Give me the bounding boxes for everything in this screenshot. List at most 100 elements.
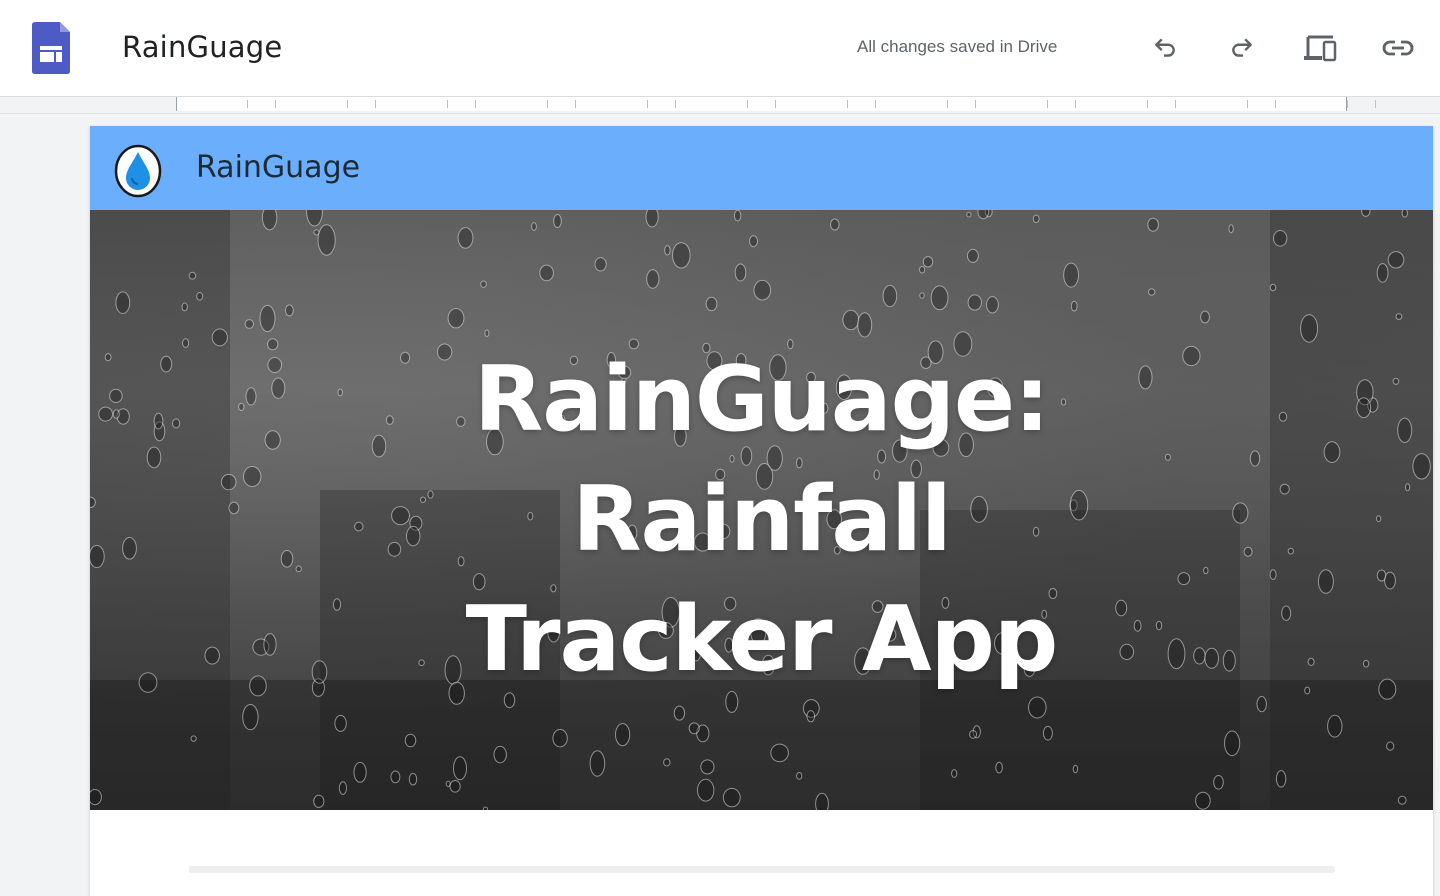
- ruler-strip: [0, 97, 1440, 114]
- raindrop: [1387, 251, 1405, 269]
- document-title[interactable]: RainGuage: [122, 30, 282, 64]
- raindrop: [830, 218, 840, 231]
- ruler-tick: [747, 100, 748, 108]
- raindrop: [482, 806, 489, 810]
- raindrop: [700, 759, 715, 775]
- raindrop: [919, 265, 926, 274]
- raindrop: [313, 229, 320, 236]
- water-drop-icon[interactable]: [114, 144, 162, 198]
- raindrop: [244, 319, 255, 329]
- raindrop: [1228, 224, 1234, 234]
- raindrop: [390, 770, 401, 784]
- raindrop: [922, 256, 934, 268]
- ruler-tick: [775, 100, 776, 108]
- raindrop: [353, 761, 367, 783]
- raindrop: [1148, 288, 1156, 296]
- raindrop: [663, 758, 671, 767]
- copy-link-button[interactable]: [1378, 28, 1418, 68]
- ruler-tick: [575, 100, 576, 108]
- raindrop: [1213, 775, 1224, 790]
- raindrop: [1028, 696, 1047, 719]
- link-icon: [1382, 40, 1414, 56]
- ruler-tick: [675, 100, 676, 108]
- raindrop: [705, 296, 718, 312]
- undo-button[interactable]: [1145, 28, 1185, 68]
- raindrop: [967, 294, 982, 311]
- raindrop: [722, 787, 741, 808]
- ruler-tick: [847, 100, 848, 108]
- raindrop: [334, 714, 347, 732]
- raindrop: [806, 710, 816, 723]
- raindrop: [1376, 263, 1389, 283]
- raindrop: [552, 729, 568, 748]
- raindrop: [753, 279, 772, 301]
- site-page-canvas: RainGuage RainGuage: Rainfall Tracker Ap…: [90, 126, 1433, 896]
- raindrop: [966, 248, 979, 263]
- raindrop: [673, 705, 686, 721]
- raindrop: [449, 780, 461, 793]
- ruler-tick: [1347, 100, 1348, 108]
- hero-banner[interactable]: RainGuage: Rainfall Tracker App: [90, 210, 1433, 810]
- ruler-tick: [1047, 100, 1048, 108]
- raindrop: [553, 214, 562, 228]
- hero-title[interactable]: RainGuage: Rainfall Tracker App: [90, 340, 1433, 700]
- raindrop: [1269, 283, 1277, 292]
- raindrop: [594, 257, 607, 272]
- redo-button[interactable]: [1222, 28, 1262, 68]
- ruler-tick: [1375, 100, 1376, 108]
- site-header[interactable]: RainGuage: [90, 126, 1433, 210]
- ruler-tick: [1075, 100, 1076, 108]
- ruler-tick: [247, 100, 248, 108]
- raindrop: [986, 296, 999, 314]
- raindrop: [646, 269, 660, 289]
- ruler-tick: [375, 100, 376, 108]
- ruler-tick: [947, 100, 948, 108]
- raindrop: [259, 304, 276, 333]
- site-name[interactable]: RainGuage: [196, 150, 360, 185]
- hero-title-line: RainGuage:: [473, 347, 1050, 452]
- raindrop: [977, 210, 990, 220]
- raindrop: [1300, 314, 1319, 343]
- raindrop: [306, 210, 323, 227]
- raindrop: [1063, 262, 1079, 288]
- raindrop: [1275, 770, 1287, 788]
- app-bar: RainGuage All changes saved in Drive: [0, 0, 1440, 97]
- raindrop: [1327, 714, 1343, 738]
- raindrop: [1361, 210, 1371, 217]
- raindrop: [919, 292, 925, 299]
- raindrop: [857, 312, 873, 338]
- hero-title-line: Tracker App: [465, 587, 1059, 692]
- raindrop: [539, 264, 554, 282]
- ruler-tick: [547, 100, 548, 108]
- save-status: All changes saved in Drive: [857, 37, 1058, 56]
- raindrop: [815, 792, 829, 810]
- redo-icon: [1232, 38, 1252, 57]
- raindrop: [404, 733, 417, 748]
- ruler-tick: [475, 100, 476, 108]
- google-sites-icon[interactable]: [32, 22, 72, 74]
- raindrop: [188, 271, 197, 280]
- hero-title-line: Rainfall: [572, 467, 952, 572]
- raindrop: [338, 781, 347, 795]
- ruler-tick: [1275, 100, 1276, 108]
- raindrop: [457, 227, 474, 249]
- raindrop: [645, 210, 659, 228]
- raindrop: [615, 723, 631, 747]
- raindrop: [1195, 791, 1211, 810]
- raindrop: [531, 222, 537, 231]
- ruler-tick: [975, 100, 976, 108]
- devices-preview-icon: [1304, 35, 1337, 62]
- horizontal-ruler: [176, 97, 1376, 111]
- raindrop: [734, 263, 747, 282]
- raindrop: [1401, 210, 1408, 218]
- raindrop: [796, 772, 803, 780]
- raindrop: [1070, 300, 1078, 312]
- raindrop: [1200, 310, 1210, 324]
- raindrop: [969, 730, 978, 739]
- preview-button[interactable]: [1300, 28, 1340, 68]
- ruler-tick: [647, 100, 648, 108]
- raindrop: [697, 778, 715, 802]
- raindrop: [1072, 764, 1079, 774]
- raindrop: [90, 789, 102, 806]
- raindrop: [313, 794, 325, 809]
